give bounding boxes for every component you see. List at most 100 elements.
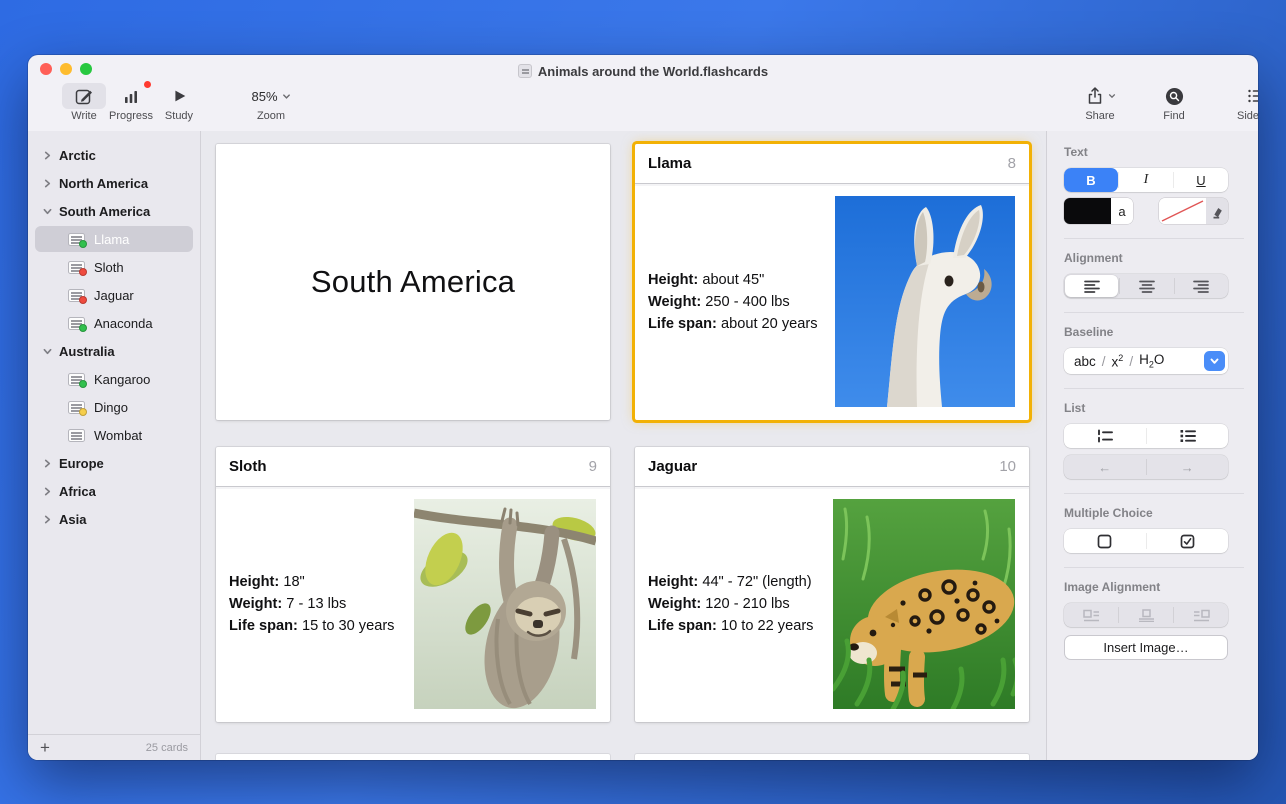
- zoom-control[interactable]: 85% Zoom: [238, 83, 304, 122]
- alignment-segmented: [1064, 274, 1228, 298]
- align-right-button[interactable]: [1175, 274, 1228, 298]
- disclosure-chevron-icon[interactable]: [42, 346, 52, 356]
- find-button[interactable]: Find: [1151, 83, 1197, 122]
- disclosure-chevron-icon[interactable]: [42, 178, 52, 188]
- chevron-down-icon: [1108, 92, 1116, 100]
- baseline-dropdown-button[interactable]: [1204, 351, 1225, 371]
- numbered-list-button[interactable]: [1064, 424, 1146, 448]
- sidebar-item-dingo[interactable]: Dingo: [28, 393, 200, 421]
- llama-photo: [835, 196, 1015, 407]
- disclosure-chevron-icon[interactable]: [42, 150, 52, 160]
- image-alignment-segmented: [1064, 603, 1228, 627]
- disclosure-chevron-icon[interactable]: [42, 514, 52, 524]
- bullet-list-button[interactable]: [1147, 424, 1229, 448]
- sidebar-item-jaguar[interactable]: Jaguar: [28, 281, 200, 309]
- image-align-right-button[interactable]: [1174, 603, 1228, 627]
- sidebar-item-kangaroo[interactable]: Kangaroo: [28, 365, 200, 393]
- zoom-value: 85%: [251, 89, 277, 104]
- toolbar: Write Progress Study 85%: [28, 83, 1258, 131]
- card-number: 9: [589, 458, 597, 475]
- disclosure-chevron-icon[interactable]: [42, 486, 52, 496]
- study-icon: [158, 83, 200, 109]
- indent-button[interactable]: →: [1147, 455, 1229, 479]
- italic-button[interactable]: I: [1119, 168, 1173, 192]
- status-dot-green: [79, 324, 87, 332]
- card-facts: Height: 18" Weight: 7 - 13 lbs Life span…: [229, 571, 394, 637]
- status-dot-green: [79, 240, 87, 248]
- write-button[interactable]: Write: [62, 83, 106, 122]
- zoom-window-button[interactable]: [80, 63, 92, 75]
- sidebar-group-asia[interactable]: Asia: [28, 505, 200, 533]
- minimize-button[interactable]: [60, 63, 72, 75]
- card-title: Sloth: [229, 458, 267, 475]
- divider: [1064, 493, 1244, 494]
- close-button[interactable]: [40, 63, 52, 75]
- find-icon: [1151, 83, 1197, 109]
- card-icon: [68, 233, 85, 246]
- sidebar-item-wombat[interactable]: Wombat: [28, 421, 200, 449]
- underline-button[interactable]: U: [1174, 168, 1228, 192]
- sidebar-item-sloth[interactable]: Sloth: [28, 253, 200, 281]
- align-left-button[interactable]: [1065, 275, 1118, 297]
- card-icon: [68, 401, 85, 414]
- sidebar: Arctic North America South America Llama…: [28, 131, 201, 760]
- multiple-choice-segmented: [1064, 529, 1228, 553]
- card-icon: [68, 317, 85, 330]
- disclosure-chevron-icon[interactable]: [42, 458, 52, 468]
- flashcard-south-america[interactable]: South America: [216, 144, 610, 420]
- highlight-color-well[interactable]: [1159, 198, 1228, 224]
- status-dot-red: [79, 296, 87, 304]
- flashcard-llama[interactable]: Llama 8 Height: about 45" Weight: 250 - …: [635, 144, 1029, 420]
- no-color-icon: [1159, 198, 1206, 224]
- baseline-control[interactable]: abc / x2 / H2O: [1064, 348, 1228, 374]
- app-window: Animals around the World.flashcards Writ…: [28, 55, 1258, 760]
- sidebar-group-africa[interactable]: Africa: [28, 477, 200, 505]
- highlighter-pen-icon: [1206, 198, 1228, 224]
- text-style-segmented: B I U: [1064, 168, 1228, 192]
- sidebar-toggle-button[interactable]: Sidebar: [1226, 83, 1258, 122]
- sidebar-group-arctic[interactable]: Arctic: [28, 141, 200, 169]
- chevron-down-icon: [282, 92, 291, 101]
- align-center-button[interactable]: [1120, 274, 1173, 298]
- text-color-sample: a: [1111, 198, 1133, 224]
- checkbox-empty-button[interactable]: [1064, 529, 1146, 553]
- progress-icon: [107, 83, 155, 109]
- sidebar-item-llama[interactable]: Llama: [28, 225, 200, 253]
- checkbox-checked-button[interactable]: [1147, 529, 1229, 553]
- flashcard-jaguar[interactable]: Jaguar 10 Height: 44" - 72" (length) Wei…: [635, 447, 1029, 722]
- sidebar-group-north-america[interactable]: North America: [28, 169, 200, 197]
- multiple-choice-section-label: Multiple Choice: [1064, 506, 1258, 520]
- card-icon: [68, 289, 85, 302]
- bold-button[interactable]: B: [1064, 168, 1118, 192]
- add-card-button[interactable]: +: [40, 739, 50, 756]
- partial-card[interactable]: [635, 754, 1029, 760]
- traffic-lights: [40, 63, 92, 75]
- sidebar-icon: [1226, 83, 1258, 109]
- sidebar-group-europe[interactable]: Europe: [28, 449, 200, 477]
- card-facts: Height: 44" - 72" (length) Weight: 120 -…: [648, 571, 813, 637]
- flashcard-sloth[interactable]: Sloth 9 Height: 18" Weight: 7 - 13 lbs L…: [216, 447, 610, 722]
- sidebar-item-anaconda[interactable]: Anaconda: [28, 309, 200, 337]
- image-align-center-button[interactable]: [1119, 603, 1173, 627]
- card-title: Jaguar: [648, 458, 697, 475]
- divider: [1064, 388, 1244, 389]
- sidebar-group-south-america[interactable]: South America: [28, 197, 200, 225]
- outdent-button[interactable]: ←: [1064, 455, 1146, 479]
- insert-image-button[interactable]: Insert Image…: [1064, 635, 1228, 660]
- share-button[interactable]: Share: [1072, 83, 1128, 122]
- status-dot-green: [79, 380, 87, 388]
- progress-button[interactable]: Progress: [107, 83, 155, 122]
- image-align-left-button[interactable]: [1064, 603, 1118, 627]
- card-icon: [68, 429, 85, 442]
- share-icon: [1072, 83, 1128, 109]
- partial-card[interactable]: [216, 754, 610, 760]
- disclosure-chevron-icon[interactable]: [42, 206, 52, 216]
- text-color-well[interactable]: a: [1064, 198, 1133, 224]
- divider: [1064, 312, 1244, 313]
- status-dot-yellow: [79, 408, 87, 416]
- card-icon: [68, 373, 85, 386]
- sidebar-group-australia[interactable]: Australia: [28, 337, 200, 365]
- document-proxy-icon: [518, 64, 532, 78]
- card-icon: [68, 261, 85, 274]
- study-button[interactable]: Study: [158, 83, 200, 122]
